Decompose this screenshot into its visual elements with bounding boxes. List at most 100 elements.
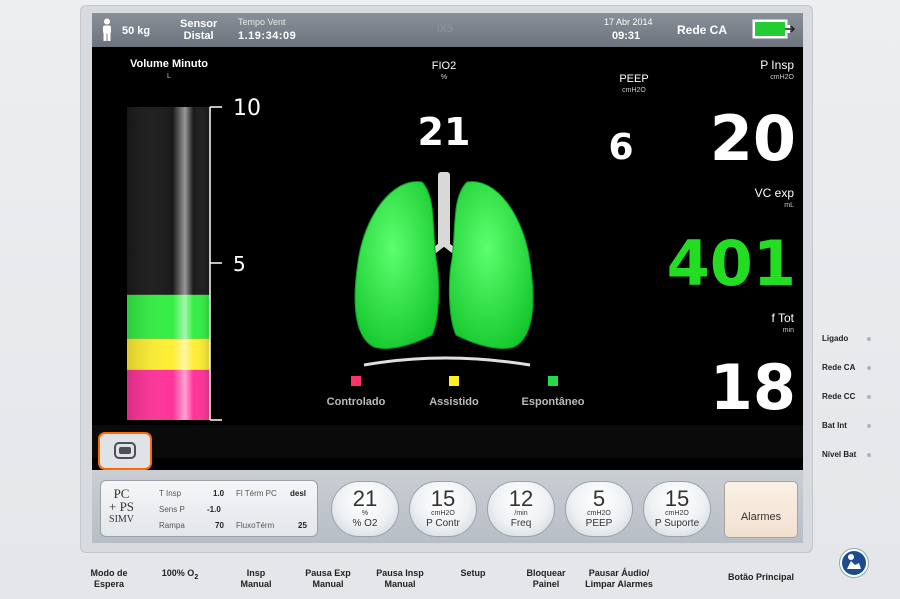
ftot-value: 18	[710, 351, 796, 424]
volume-minuto-shine	[127, 107, 210, 420]
knob-freq[interactable]: 12 /min Freq	[487, 481, 555, 537]
volume-minuto-title: Volume Minuto	[130, 58, 208, 70]
scale-label-mid: 5	[233, 252, 246, 276]
hw-key-line1: Insp	[246, 568, 266, 578]
knob-value: 15	[430, 486, 456, 511]
alarms-button[interactable]: Alarmes	[724, 481, 798, 538]
vcexp-unit: mL	[784, 202, 794, 209]
ventilation-time-value: 1.19:34:09	[238, 30, 297, 42]
hw-key-line1: Pausa Insp	[376, 568, 424, 578]
patient-icon	[103, 18, 111, 41]
lungs-graphic	[354, 172, 534, 367]
mode-param-value: -1.0	[207, 505, 221, 514]
vcexp-value: 401	[667, 227, 796, 300]
mode-param-name: Sens P	[159, 505, 185, 514]
indicator-rede-ca: Rede CA	[822, 363, 856, 372]
hw-key-line2: Limpar Alarmes	[585, 579, 653, 589]
hw-key-o2-100[interactable]: 100% O2	[150, 568, 210, 583]
hw-key-standby[interactable]: Modo de Espera	[84, 568, 134, 590]
led-nivel-bat	[867, 453, 871, 457]
main-button-label: Botão Principal	[727, 572, 794, 582]
knob-name: Freq	[510, 518, 532, 529]
left-lung	[354, 181, 440, 349]
knob-o2[interactable]: 21 % % O2	[331, 481, 399, 537]
hw-key-line2: Manual	[240, 579, 272, 589]
knob-value: 21	[352, 486, 378, 511]
knob-name: % O2	[352, 518, 378, 529]
hw-key-line1: Pausar Áudio/	[588, 568, 650, 578]
led-rede-cc	[867, 395, 871, 399]
battery-icon	[752, 19, 796, 39]
hw-key-insp-manual[interactable]: Insp Manual	[226, 568, 286, 590]
knob-unit: %	[361, 510, 369, 517]
device-model: iX5	[437, 23, 453, 35]
pinsp-label: P Insp	[760, 58, 794, 72]
fio2-value: 21	[418, 110, 471, 154]
hw-key-pausa-insp[interactable]: Pausa Insp Manual	[368, 568, 432, 590]
mode-name: PC + PS SIMV	[109, 487, 134, 526]
sensor-line2: Distal	[183, 30, 214, 42]
hw-key-pausar-audio[interactable]: Pausar Áudio/ Limpar Alarmes	[576, 568, 662, 590]
legend-label: Controlado	[327, 396, 386, 408]
legend-swatch	[548, 376, 558, 386]
ftot-label: f Tot	[772, 311, 795, 325]
breath-type-legend: Controlado Assistido Espontâneo	[327, 376, 585, 408]
status-bar: 50 kg Sensor Distal Tempo Vent 1.19:34:0…	[92, 13, 803, 47]
screen-view-icon	[114, 442, 136, 459]
power-source: Rede CA	[677, 23, 728, 37]
legend-label: Espontâneo	[522, 396, 585, 408]
diaphragm-line	[363, 356, 531, 367]
peep-label: PEEP	[619, 73, 648, 85]
hw-key-line2: Espera	[93, 579, 125, 589]
indicator-ligado: Ligado	[822, 334, 849, 343]
hw-key-line2: Manual	[312, 579, 344, 589]
ventilation-mode-panel[interactable]: PC + PS SIMV T Insp 1.0 Sens P -1.0 Ramp…	[100, 480, 318, 537]
knob-unit: cmH2O	[431, 510, 455, 517]
knob-value: 5	[592, 486, 606, 511]
patient-weight[interactable]: 50 kg	[122, 25, 150, 37]
peep-value: 6	[608, 127, 633, 168]
vcexp-label: VC exp	[755, 186, 795, 200]
knob-unit: cmH2O	[587, 510, 611, 517]
mode-param-value: 70	[215, 521, 224, 530]
hw-key-line1: Pausa Exp	[305, 568, 351, 578]
knob-p-suporte[interactable]: 15 cmH2O P Suporte	[643, 481, 711, 537]
hw-key-setup[interactable]: Setup	[448, 568, 498, 579]
status-time: 09:31	[612, 30, 641, 42]
pinsp-value: 20	[710, 102, 796, 175]
led-ligado	[867, 337, 871, 341]
right-lung	[448, 181, 534, 349]
status-date: 17 Abr 2014	[604, 17, 653, 27]
knob-name: P Suporte	[654, 518, 700, 529]
knob-p-contr[interactable]: 15 cmH2O P Contr	[409, 481, 477, 537]
indicator-bat-int: Bat Int	[822, 421, 847, 430]
mode-line2: + PS	[109, 499, 135, 514]
led-rede-ca	[867, 366, 871, 370]
led-bat-int	[867, 424, 871, 428]
pinsp-unit: cmH2O	[770, 74, 794, 81]
knob-peep[interactable]: 5 cmH2O PEEP	[565, 481, 633, 537]
view-toggle-button[interactable]	[98, 432, 152, 470]
mode-param-name: Fl Térm PC	[236, 489, 277, 498]
hw-key-line1: Modo de	[90, 568, 128, 578]
main-button[interactable]	[840, 549, 868, 577]
knob-name: PEEP	[585, 518, 613, 529]
knob-name: P Contr	[426, 518, 460, 529]
legend-swatch	[351, 376, 361, 386]
volume-minuto-unit: L	[167, 73, 171, 80]
mode-line3: SIMV	[109, 514, 135, 525]
hw-key-pausa-exp[interactable]: Pausa Exp Manual	[298, 568, 358, 590]
mode-param-name: Rampa	[159, 521, 185, 530]
legend-swatch	[449, 376, 459, 386]
ventilator-screen: 50 kg Sensor Distal Tempo Vent 1.19:34:0…	[92, 13, 803, 543]
mode-param-value: 25	[298, 521, 307, 530]
mode-param-name: T Insp	[159, 489, 182, 498]
sensor-type[interactable]: Sensor Distal	[180, 18, 217, 42]
peep-unit: cmH2O	[622, 87, 646, 94]
fio2-label: FIO2	[432, 60, 456, 72]
hw-key-bloquear[interactable]: Bloquear Painel	[516, 568, 576, 590]
knob-value: 15	[664, 486, 690, 511]
knob-unit: cmH2O	[665, 510, 689, 517]
mode-param-value: 1.0	[213, 489, 225, 498]
hw-key-line1: Setup	[460, 568, 486, 578]
